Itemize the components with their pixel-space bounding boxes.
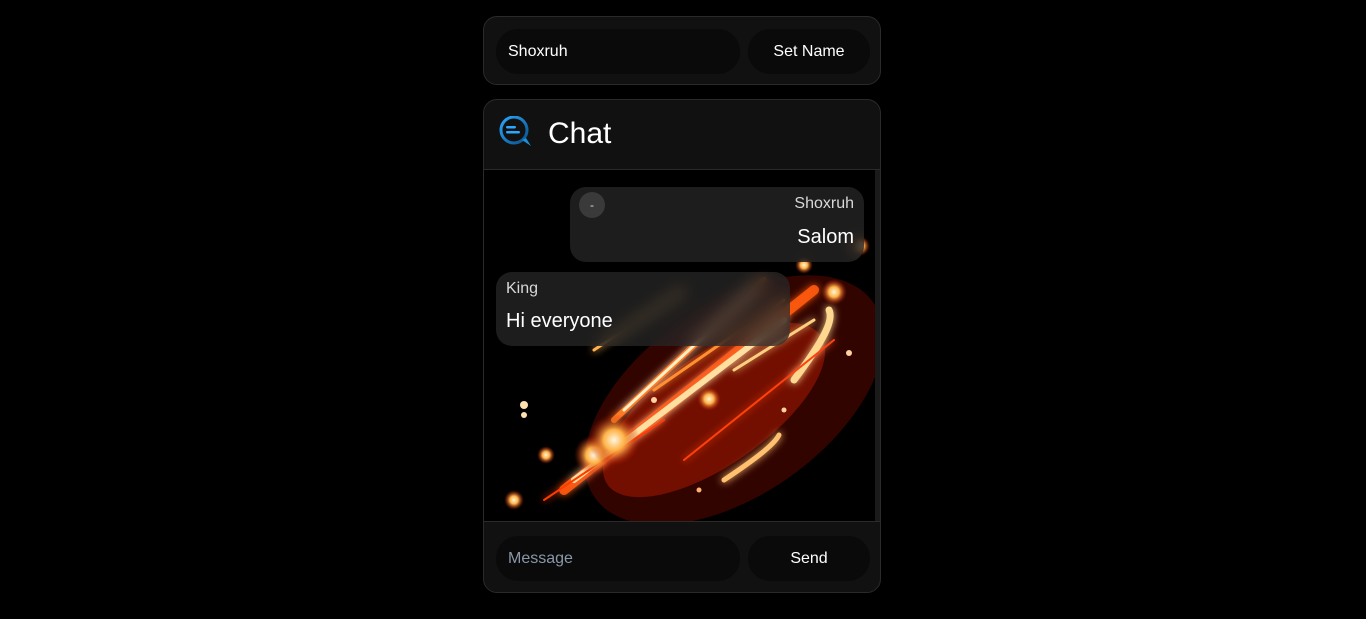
chat-bubble-icon: [499, 116, 531, 146]
message-bubble-own: - Shoxruh Salom: [570, 187, 864, 262]
send-button[interactable]: Send: [748, 536, 870, 581]
message-list[interactable]: - Shoxruh Salom King Hi everyone: [484, 170, 880, 521]
message-bubble-other: King Hi everyone: [496, 272, 790, 346]
message-input[interactable]: [496, 536, 740, 581]
message-text: Hi everyone: [506, 310, 613, 332]
delete-message-button[interactable]: -: [579, 192, 605, 218]
message-author: King: [506, 280, 539, 297]
message-scrollbar[interactable]: [875, 170, 880, 521]
set-name-button[interactable]: Set Name: [748, 29, 870, 74]
name-input[interactable]: [496, 29, 740, 74]
chat-title: Chat: [548, 117, 612, 150]
composer: Send: [484, 521, 880, 592]
message-author: Shoxruh: [794, 195, 854, 212]
name-bar: Set Name: [483, 16, 881, 85]
chat-panel: Chat - Shoxruh Salom King Hi everyone Me…: [483, 99, 881, 593]
message-text: Salom: [797, 226, 854, 248]
chat-header: Chat: [484, 100, 880, 170]
